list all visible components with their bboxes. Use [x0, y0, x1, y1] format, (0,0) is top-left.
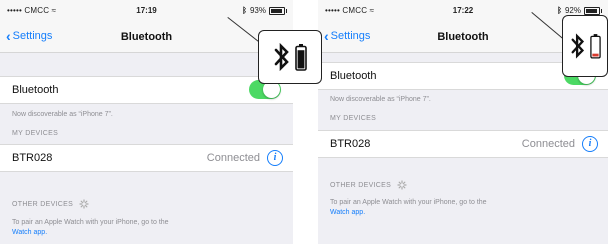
device-name: BTR028	[12, 152, 53, 164]
battery-vertical-icon	[295, 44, 307, 71]
device-status: Connected	[206, 152, 260, 164]
bluetooth-icon	[571, 33, 584, 59]
info-icon[interactable]: i	[582, 136, 598, 152]
callout-zoom-left	[258, 30, 322, 84]
device-row[interactable]: BTR028 Connected i	[318, 130, 608, 158]
bluetooth-status-icon: ᛒ	[242, 6, 247, 15]
other-devices-label: OTHER DEVICES	[12, 200, 74, 208]
callout-zoom-right	[562, 15, 608, 77]
discoverable-text: Now discoverable as “iPhone 7”.	[12, 111, 113, 118]
other-devices-header: OTHER DEVICES	[12, 199, 89, 209]
bluetooth-label: Bluetooth	[330, 70, 377, 82]
my-devices-header: MY DEVICES	[330, 115, 377, 122]
battery-icon	[269, 6, 287, 15]
discoverable-text: Now discoverable as “iPhone 7”.	[330, 96, 431, 103]
battery-percent: 93%	[249, 6, 266, 15]
pair-watch-sentence: To pair an Apple Watch with your iPhone,…	[12, 219, 169, 226]
battery-vertical-icon	[589, 34, 601, 59]
info-icon[interactable]: i	[267, 150, 283, 166]
battery-percent: 92%	[564, 6, 581, 15]
phone-screen-left: ••••• CMCC ≈ 17:19 ᛒ 93% ‹ Settings Blue…	[0, 0, 293, 244]
bluetooth-icon	[274, 42, 289, 72]
other-devices-header: OTHER DEVICES	[330, 180, 407, 190]
status-right: ᛒ 92%	[557, 6, 602, 15]
watch-app-link[interactable]: Watch app.	[330, 209, 365, 216]
bluetooth-label: Bluetooth	[12, 84, 59, 96]
device-name: BTR028	[330, 138, 371, 150]
other-devices-label: OTHER DEVICES	[330, 181, 392, 189]
spinner-icon	[79, 199, 89, 209]
device-status: Connected	[521, 138, 575, 150]
my-devices-header: MY DEVICES	[12, 130, 59, 137]
status-right: ᛒ 93%	[242, 6, 287, 15]
spinner-icon	[397, 180, 407, 190]
device-row[interactable]: BTR028 Connected i	[0, 144, 293, 172]
pair-watch-text: To pair an Apple Watch with your iPhone,…	[12, 218, 273, 238]
battery-icon	[584, 6, 602, 15]
bluetooth-status-icon: ᛒ	[557, 6, 562, 15]
pair-watch-text: To pair an Apple Watch with your iPhone,…	[330, 198, 588, 218]
status-bar: ••••• CMCC ≈ 17:19 ᛒ 93%	[0, 0, 293, 22]
pair-watch-sentence: To pair an Apple Watch with your iPhone,…	[330, 199, 487, 206]
watch-app-link[interactable]: Watch app.	[12, 229, 47, 236]
navigation-bar: ‹ Settings Bluetooth	[0, 22, 293, 53]
bluetooth-cell: Bluetooth	[0, 76, 293, 104]
